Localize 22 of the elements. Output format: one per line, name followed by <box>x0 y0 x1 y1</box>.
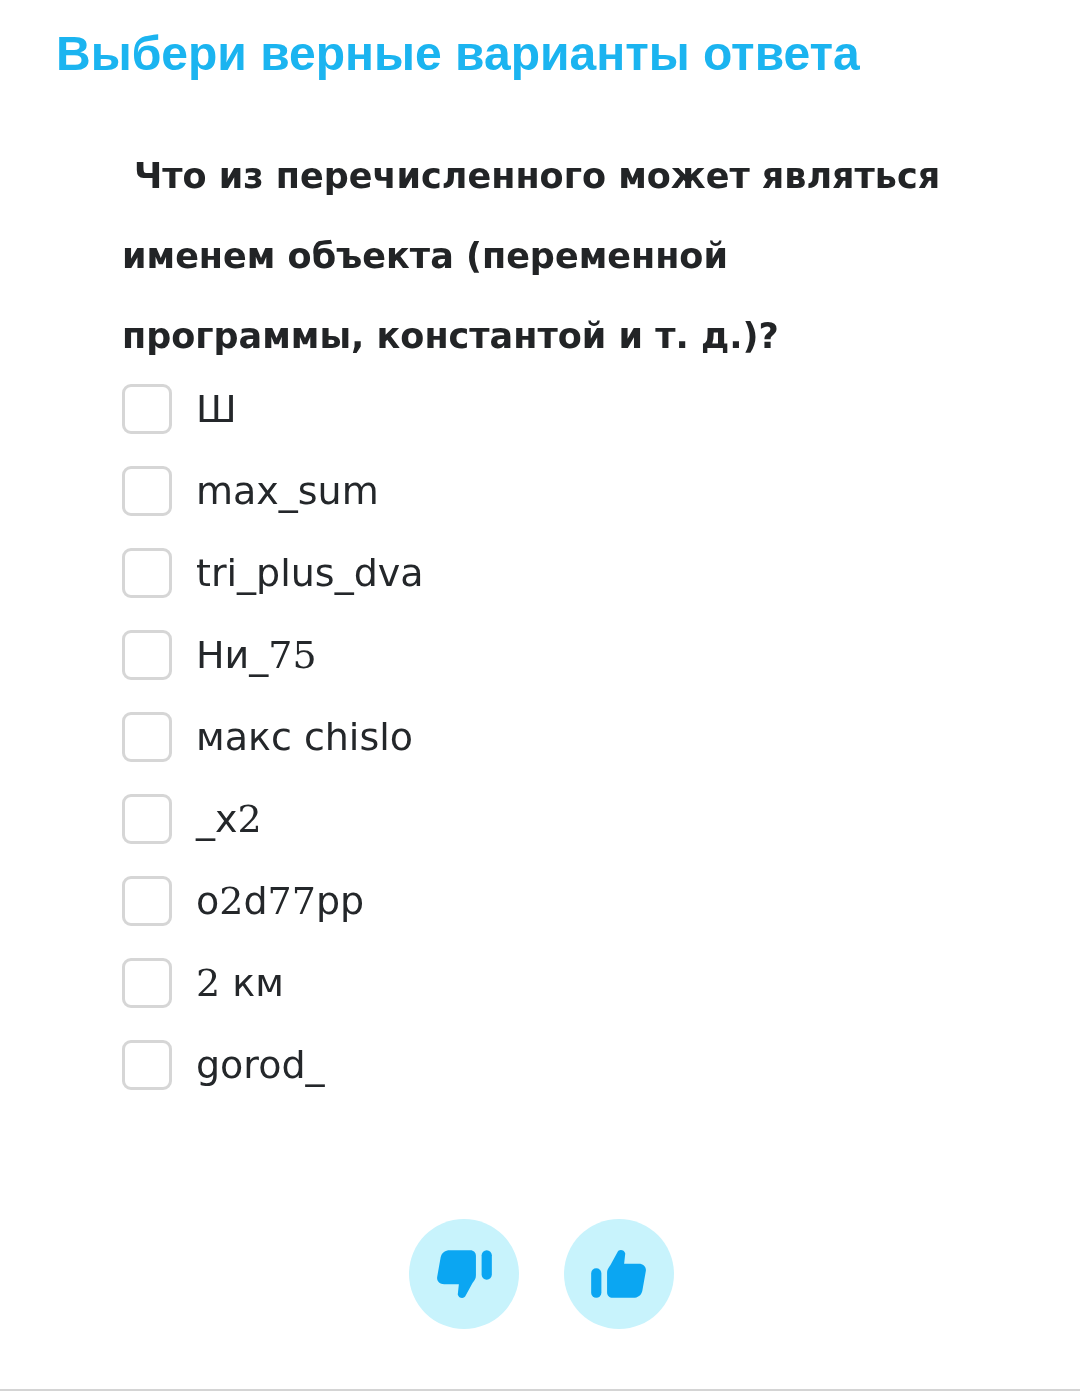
checkbox[interactable] <box>122 876 172 926</box>
checkbox[interactable] <box>122 630 172 680</box>
option-label: Ни_75 <box>196 632 317 679</box>
checkbox[interactable] <box>122 794 172 844</box>
thumbs-up-icon <box>590 1249 647 1299</box>
option-label: Ш <box>196 386 237 433</box>
page-title: Выбери верные варианты ответа <box>56 26 860 82</box>
option-label: макс chislo <box>196 714 413 761</box>
thumbs-down-icon <box>435 1249 492 1299</box>
checkbox[interactable] <box>122 712 172 762</box>
option-label: tri_plus_dva <box>196 550 424 597</box>
checkbox[interactable] <box>122 466 172 516</box>
checkbox[interactable] <box>122 1040 172 1090</box>
checkbox[interactable] <box>122 384 172 434</box>
option-label: o2d77pp <box>196 878 365 925</box>
question-text: Что из перечисленного может являться именем объекта (переменной программы, константой и т. д.)? <box>122 155 942 358</box>
checkbox[interactable] <box>122 548 172 598</box>
checkbox[interactable] <box>122 958 172 1008</box>
option-label: max_sum <box>196 468 379 515</box>
option-label: gorod_ <box>196 1042 325 1089</box>
option-label: 2 км <box>196 960 284 1007</box>
option-label: _x2 <box>196 796 262 843</box>
